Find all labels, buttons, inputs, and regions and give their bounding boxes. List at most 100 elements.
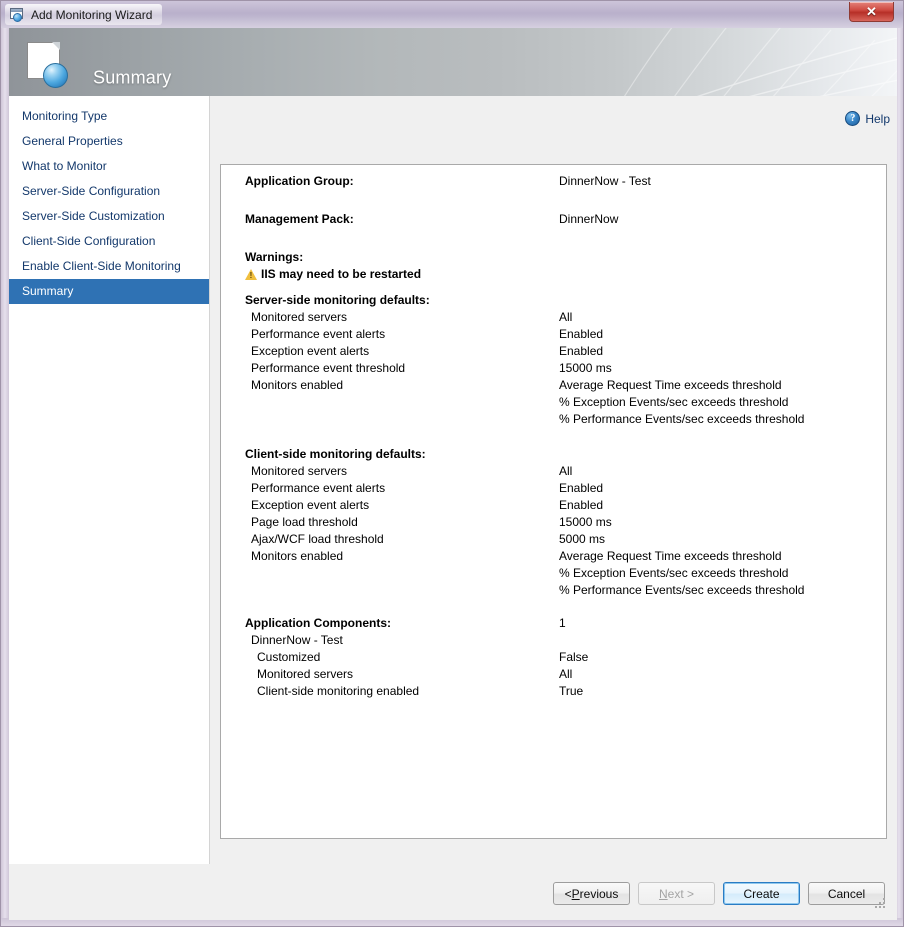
warnings-label: Warnings: [245, 249, 303, 266]
row-label: Monitors enabled [251, 377, 343, 394]
wizard-step-sidebar: Monitoring Type General Properties What … [9, 96, 210, 864]
row-label: Monitors enabled [251, 548, 343, 565]
application-components-count: 1 [559, 615, 566, 632]
row-label: Performance event alerts [251, 326, 385, 343]
row-value: 15000 ms [559, 514, 612, 531]
row-label: Monitored servers [251, 463, 347, 480]
row-value: Enabled [559, 497, 603, 514]
title-bar[interactable]: Add Monitoring Wizard ✕ [1, 1, 904, 28]
window-title: Add Monitoring Wizard [31, 8, 152, 22]
previous-button[interactable]: < Previous [553, 882, 630, 905]
client-side-defaults-block: Client-side monitoring defaults: Monitor… [245, 446, 876, 599]
row-value: Enabled [559, 326, 603, 343]
row-value: % Exception Events/sec exceeds threshold [559, 565, 788, 582]
client-side-row-monitored-servers: Monitored servers All [245, 463, 876, 480]
add-monitoring-wizard-window: Add Monitoring Wizard ✕ [0, 0, 904, 927]
client-side-row-exception-event-alerts: Exception event alerts Enabled [245, 497, 876, 514]
sidebar-item-summary[interactable]: Summary [9, 279, 209, 304]
summary-overview-block: Application Group: DinnerNow - Test Mana… [245, 173, 876, 283]
footer-button-row: < Previous Next > Create Cancel [553, 882, 885, 905]
application-component-row-customized: Customized False [245, 649, 876, 666]
row-value: Average Request Time exceeds threshold [559, 548, 782, 565]
summary-panel: Application Group: DinnerNow - Test Mana… [220, 164, 887, 839]
client-side-row-monitors-enabled: Monitors enabled Average Request Time ex… [245, 548, 876, 565]
client-side-row-page-load-threshold: Page load threshold 15000 ms [245, 514, 876, 531]
warning-item-text: IIS may need to be restarted [261, 267, 421, 281]
row-value: Average Request Time exceeds threshold [559, 377, 782, 394]
resize-grip[interactable] [873, 896, 885, 908]
row-label: Performance event alerts [251, 480, 385, 497]
row-value: % Performance Events/sec exceeds thresho… [559, 411, 804, 428]
row-label: Page load threshold [251, 514, 358, 531]
application-group-value: DinnerNow - Test [559, 173, 651, 190]
row-value: All [559, 463, 572, 480]
previous-button-suffix: revious [580, 887, 619, 901]
sidebar-item-enable-client-side-monitoring[interactable]: Enable Client-Side Monitoring [9, 254, 209, 279]
wizard-footer: < Previous Next > Create Cancel [9, 864, 897, 920]
row-value: Enabled [559, 343, 603, 360]
create-button[interactable]: Create [723, 882, 800, 905]
application-component-name: DinnerNow - Test [251, 632, 343, 649]
row-value: All [559, 666, 572, 683]
client-side-row-ajax-wcf-load-threshold: Ajax/WCF load threshold 5000 ms [245, 531, 876, 548]
banner-title: Summary [93, 68, 171, 89]
application-components-heading-row: Application Components: 1 [245, 615, 876, 632]
server-side-defaults-block: Server-side monitoring defaults: Monitor… [245, 292, 876, 428]
question-circle-icon: ? [845, 111, 860, 126]
server-side-row-monitors-enabled-2: % Exception Events/sec exceeds threshold [245, 394, 876, 411]
summary-row-management-pack: Management Pack: DinnerNow [245, 211, 876, 228]
wizard-banner: Summary [9, 28, 897, 96]
row-value: False [559, 649, 588, 666]
row-value: Enabled [559, 480, 603, 497]
application-components-block: Application Components: 1 DinnerNow - Te… [245, 615, 876, 700]
management-pack-label: Management Pack: [245, 211, 354, 228]
spacer-row [245, 228, 876, 249]
server-side-row-exception-event-alerts: Exception event alerts Enabled [245, 343, 876, 360]
title-bar-label-group: Add Monitoring Wizard [5, 4, 162, 25]
next-button-accel: N [659, 887, 668, 901]
sidebar-item-server-side-configuration[interactable]: Server-Side Configuration [9, 179, 209, 204]
next-button[interactable]: Next > [638, 882, 715, 905]
sidebar-item-server-side-customization[interactable]: Server-Side Customization [9, 204, 209, 229]
server-side-row-performance-event-threshold: Performance event threshold 15000 ms [245, 360, 876, 377]
help-link[interactable]: ? Help [845, 111, 890, 126]
sidebar-item-monitoring-type[interactable]: Monitoring Type [9, 104, 209, 129]
window-frame-left [1, 28, 9, 926]
warning-triangle-icon [245, 269, 257, 280]
application-component-row-monitored-servers: Monitored servers All [245, 666, 876, 683]
row-value: % Performance Events/sec exceeds thresho… [559, 582, 804, 599]
close-button[interactable]: ✕ [849, 2, 894, 22]
management-pack-value: DinnerNow [559, 211, 618, 228]
server-side-heading-row: Server-side monitoring defaults: [245, 292, 876, 309]
row-value: % Exception Events/sec exceeds threshold [559, 394, 788, 411]
summary-row-warnings-heading: Warnings: [245, 249, 876, 266]
row-label: Monitored servers [251, 309, 347, 326]
mesh-decoration-icon [557, 28, 897, 96]
row-label: Client-side monitoring enabled [257, 683, 419, 700]
row-label: Exception event alerts [251, 497, 369, 514]
sidebar-item-client-side-configuration[interactable]: Client-Side Configuration [9, 229, 209, 254]
sidebar-item-general-properties[interactable]: General Properties [9, 129, 209, 154]
application-group-label: Application Group: [245, 173, 354, 190]
help-label: Help [865, 112, 890, 126]
server-side-row-monitors-enabled-3: % Performance Events/sec exceeds thresho… [245, 411, 876, 428]
client-side-row-monitors-enabled-3: % Performance Events/sec exceeds thresho… [245, 582, 876, 599]
server-side-row-performance-event-alerts: Performance event alerts Enabled [245, 326, 876, 343]
wizard-content-area: Summary Application Group: DinnerNow - T… [210, 96, 897, 864]
next-button-suffix: ext > [668, 887, 694, 901]
page-globe-icon [25, 42, 73, 86]
server-side-row-monitors-enabled: Monitors enabled Average Request Time ex… [245, 377, 876, 394]
row-value: 15000 ms [559, 360, 612, 377]
row-value: 5000 ms [559, 531, 605, 548]
sidebar-item-what-to-monitor[interactable]: What to Monitor [9, 154, 209, 179]
application-component-name-row: DinnerNow - Test [245, 632, 876, 649]
previous-button-accel: P [572, 887, 580, 901]
previous-button-prefix: < [565, 887, 572, 901]
row-label: Monitored servers [257, 666, 353, 683]
row-value: All [559, 309, 572, 326]
client-side-row-monitors-enabled-2: % Exception Events/sec exceeds threshold [245, 565, 876, 582]
application-component-row-client-side-monitoring-enabled: Client-side monitoring enabled True [245, 683, 876, 700]
row-label: Customized [257, 649, 320, 666]
row-label: Exception event alerts [251, 343, 369, 360]
row-value: True [559, 683, 583, 700]
